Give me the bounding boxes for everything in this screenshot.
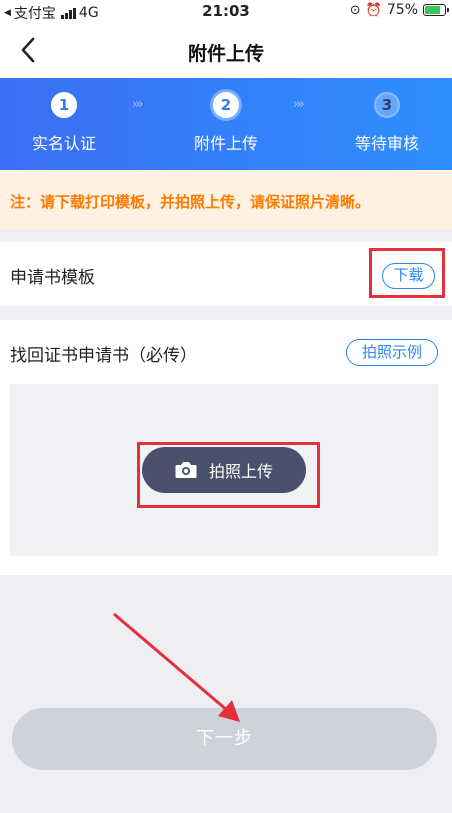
step-arrows-icon: ››› [293, 97, 305, 112]
navigation-bar: 附件上传 [0, 22, 452, 78]
battery-icon [423, 4, 449, 16]
status-right: ⊙ ⏰ 75% [349, 2, 449, 18]
page-title: 附件上传 [187, 43, 264, 65]
alarm-icon: ⏰ [365, 2, 382, 18]
template-row: 申请书模板 下载 [0, 242, 452, 306]
step-number: 3 [374, 92, 400, 118]
step-label: 等待审核 [354, 134, 419, 153]
status-bar: ◀ 支付宝 4G 21:03 ⊙ ⏰ 75% [0, 0, 452, 22]
download-button[interactable]: 下载 [382, 263, 435, 289]
step-review: 3 等待审核 [327, 92, 447, 154]
notice-banner: 注：请下载打印模板，并拍照上传，请保证照片清晰。 [0, 170, 452, 230]
step-attachment: 2 附件上传 [166, 92, 286, 154]
step-label: 附件上传 [193, 134, 258, 153]
step-label: 实名认证 [31, 134, 96, 153]
camera-icon [175, 462, 197, 478]
template-label: 申请书模板 [10, 268, 95, 288]
rotation-lock-icon: ⊙ [349, 2, 361, 18]
take-photo-button[interactable]: 拍照上传 [142, 447, 306, 493]
step-number: 1 [51, 92, 77, 118]
step-realname: 1 实名认证 [4, 92, 124, 154]
next-step-button[interactable]: 下一步 [12, 708, 437, 770]
take-photo-label: 拍照上传 [208, 462, 273, 481]
battery-level [425, 6, 440, 14]
step-number: 2 [213, 92, 239, 118]
step-arrows-icon: ››› [132, 97, 144, 112]
battery-percent: 75% [386, 2, 418, 18]
upload-title: 找回证书申请书（必传） [10, 346, 197, 366]
photo-example-button[interactable]: 拍照示例 [346, 339, 438, 366]
progress-steps: 1 实名认证 ››› 2 附件上传 ››› 3 等待审核 [0, 78, 452, 170]
